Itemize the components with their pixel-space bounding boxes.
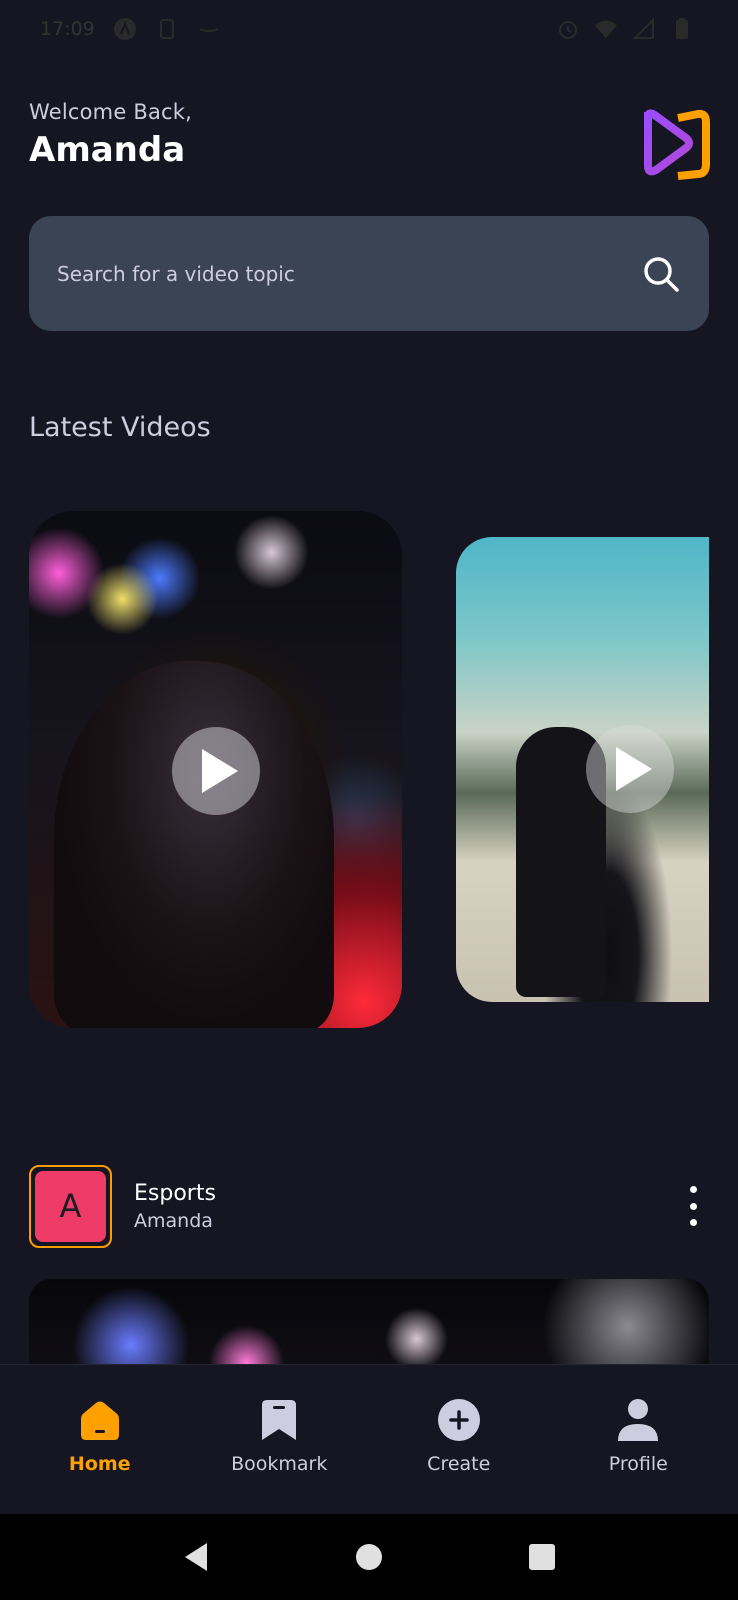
status-right [556, 17, 694, 41]
latest-video-card[interactable] [456, 537, 709, 1002]
alarm-icon [556, 17, 580, 41]
recents-icon[interactable] [522, 1537, 562, 1577]
more-vertical-icon[interactable] [683, 1186, 703, 1226]
signal-icon [632, 17, 656, 41]
post-meta: Esports Amanda [134, 1181, 683, 1232]
status-bar: 17:09 [0, 0, 738, 58]
dash-notification-icon [197, 17, 221, 41]
status-time: 17:09 [40, 18, 95, 40]
search-input[interactable] [57, 261, 597, 286]
app-notification-icon [113, 17, 137, 41]
user-icon [615, 1397, 661, 1443]
avatar[interactable]: A [35, 1170, 106, 1242]
post-author: Amanda [134, 1209, 213, 1232]
welcome-text: Welcome Back, [29, 100, 192, 124]
greeting: Welcome Back, Amanda [29, 100, 192, 170]
tab-profile-label: Profile [608, 1452, 668, 1475]
phone-notification-icon [155, 17, 179, 41]
search-bar[interactable] [29, 216, 709, 331]
status-left: 17:09 [40, 17, 221, 41]
latest-videos-title: Latest Videos [29, 412, 211, 443]
latest-video-card[interactable] [29, 511, 402, 1028]
system-navigation-bar [0, 1514, 738, 1600]
tab-create[interactable]: Create [384, 1397, 534, 1475]
tab-bookmark-label: Bookmark [231, 1452, 328, 1475]
play-icon[interactable] [586, 725, 674, 813]
tab-bookmark[interactable]: Bookmark [204, 1397, 354, 1475]
wifi-icon [594, 17, 618, 41]
app-logo [642, 104, 712, 182]
bookmark-icon [256, 1397, 302, 1443]
tab-create-label: Create [427, 1452, 491, 1475]
tab-home[interactable]: Home [25, 1397, 175, 1475]
play-icon[interactable] [172, 727, 260, 815]
plus-circle-icon [436, 1397, 482, 1443]
video-thumbnail [54, 661, 334, 1028]
tab-profile[interactable]: Profile [563, 1397, 713, 1475]
tab-home-label: Home [68, 1452, 131, 1475]
post-title: Esports [134, 1180, 216, 1206]
home-icon [77, 1397, 123, 1443]
back-icon[interactable] [176, 1537, 216, 1577]
bottom-tab-bar: Home Bookmark Create Profile [0, 1364, 738, 1514]
username: Amanda [29, 130, 186, 170]
search-icon[interactable] [641, 254, 681, 294]
avatar-frame[interactable]: A [29, 1164, 112, 1248]
video-post-header: A Esports Amanda [29, 1164, 709, 1248]
home-circle-icon[interactable] [349, 1537, 389, 1577]
battery-icon [670, 17, 694, 41]
